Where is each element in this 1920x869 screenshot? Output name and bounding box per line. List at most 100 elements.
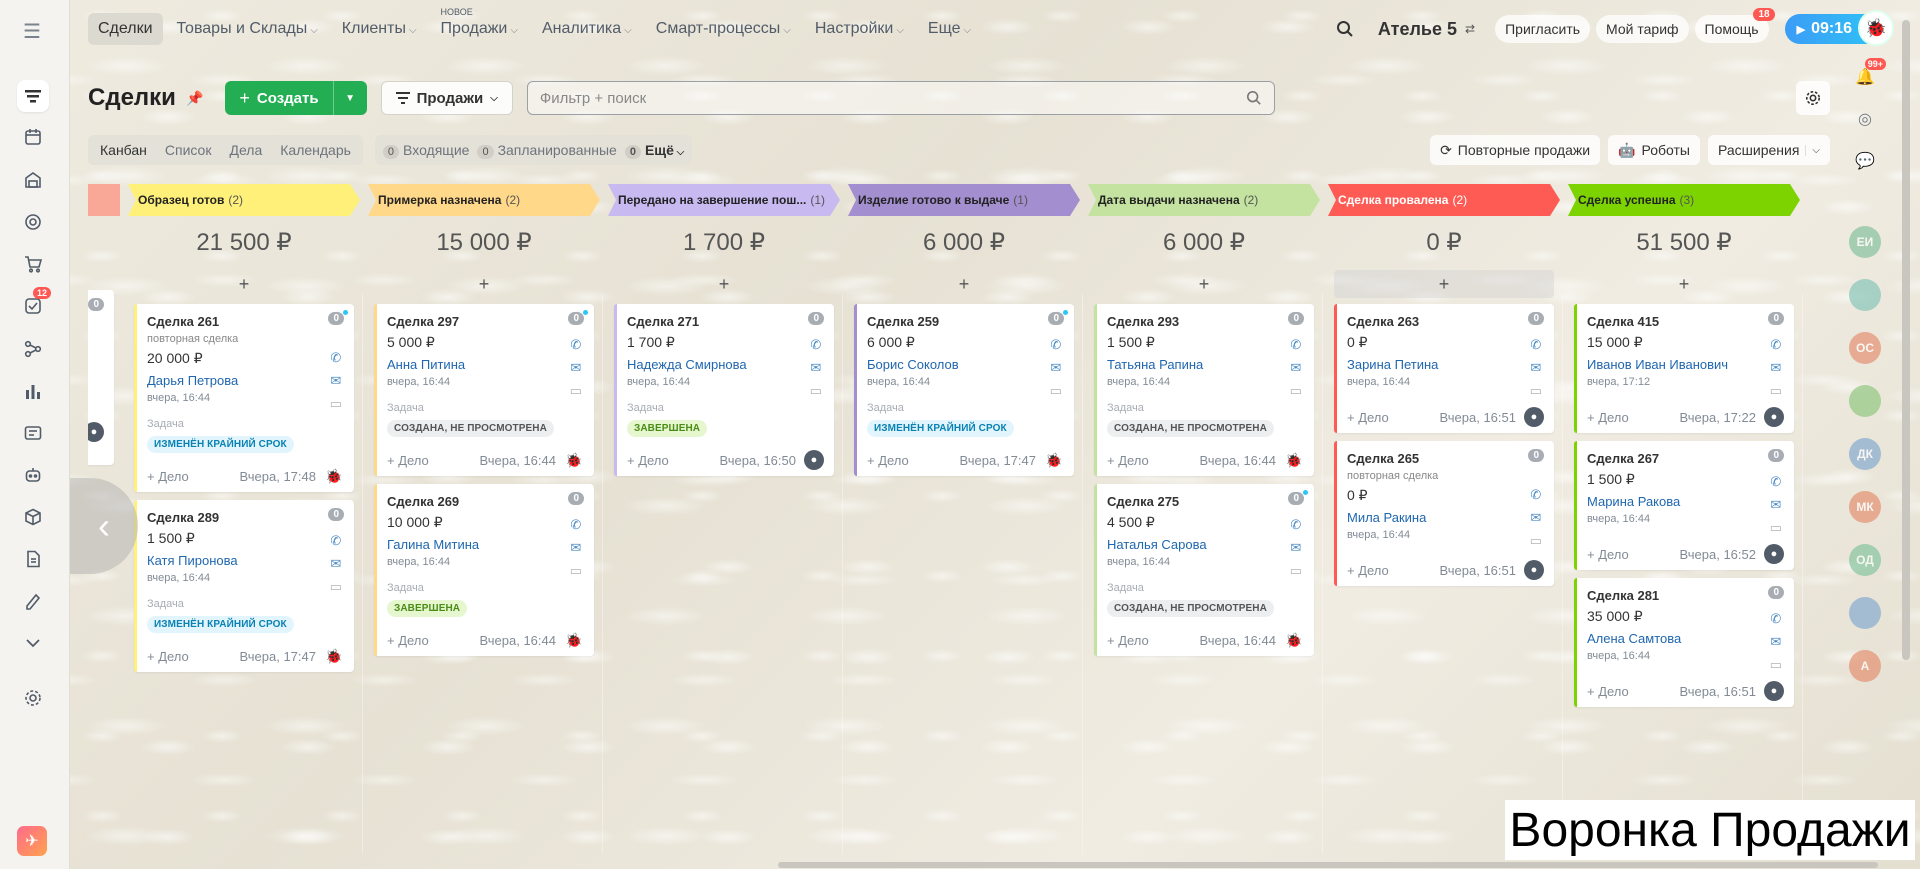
add-deal-button[interactable]: + <box>1574 270 1794 298</box>
pin-icon[interactable]: 📌 <box>186 90 203 107</box>
add-activity-link[interactable]: + Дело <box>867 453 909 468</box>
rail-avatar[interactable]: ЕИ <box>1849 226 1881 258</box>
robots-button[interactable]: 🤖 Роботы <box>1608 135 1700 165</box>
menu-item[interactable]: Настройки ⌵ <box>805 13 914 45</box>
deal-card[interactable]: 0 Сделка 259 6 000 ₽ Борис Соколов вчера, 16… <box>854 304 1074 476</box>
responsible-avatar[interactable]: ● <box>804 450 824 470</box>
client-link[interactable]: Наталья Сарова <box>1107 537 1302 552</box>
deal-name[interactable]: Сделка 271 <box>627 314 822 329</box>
vertical-scrollbar[interactable] <box>1902 20 1910 660</box>
add-activity-link[interactable]: + Дело <box>1587 547 1629 562</box>
client-link[interactable]: Галина Митина <box>387 537 582 552</box>
bell-icon[interactable]: 🔔 99+ <box>1848 58 1886 94</box>
box-icon[interactable] <box>17 501 49 533</box>
responsible-avatar[interactable]: ● <box>1764 544 1784 564</box>
deal-card[interactable]: 0 Сделка 265 повторная сделка 0 ₽ Мила Ракин… <box>1334 441 1554 586</box>
counter-item[interactable]: 0 Входящие <box>382 142 469 159</box>
settings-icon[interactable] <box>17 682 49 714</box>
deal-card[interactable]: 0 Сделка 267 1 500 ₽ Марина Ракова вчера, 16… <box>1574 441 1794 570</box>
rail-avatar[interactable] <box>1849 385 1881 417</box>
responsible-avatar[interactable]: 🐞 <box>1284 450 1304 470</box>
add-activity-link[interactable]: + Дело <box>147 649 189 664</box>
chat-icon[interactable]: 💬 <box>1848 144 1882 178</box>
worktime-button[interactable]: ▶ 09:16 🐞 <box>1784 10 1894 46</box>
comment-icon[interactable]: ▭ <box>1770 383 1782 399</box>
rail-avatar[interactable]: ОС <box>1849 332 1881 364</box>
phone-icon[interactable]: ✆ <box>1530 487 1541 503</box>
cart-icon[interactable] <box>17 248 49 280</box>
deal-card[interactable]: 0 Сделка 297 5 000 ₽ Анна Питина вчера, 16:4… <box>374 304 594 476</box>
mail-icon[interactable]: ✉ <box>1770 360 1781 376</box>
robot-icon[interactable] <box>17 459 49 491</box>
rail-avatar[interactable] <box>1849 279 1881 311</box>
mail-icon[interactable]: ✉ <box>1290 540 1301 556</box>
menu-item[interactable]: Смарт-процессы ⌵ <box>646 13 801 45</box>
chevron-down-icon[interactable]: ⌵ <box>1805 144 1826 156</box>
phone-icon[interactable]: ✆ <box>330 533 341 549</box>
client-link[interactable]: Алена Самтова <box>1587 631 1782 646</box>
responsible-avatar[interactable]: ● <box>1524 560 1544 580</box>
company-name[interactable]: Ателье 5 <box>1378 19 1457 40</box>
client-link[interactable]: Марина Ракова <box>1587 494 1782 509</box>
add-deal-button[interactable]: + <box>854 270 1074 298</box>
phone-icon[interactable]: ✆ <box>1770 337 1781 353</box>
stage-header[interactable]: Сделка провалена (2) <box>1328 184 1560 216</box>
funnel-selector[interactable]: Продажи ⌵ <box>380 81 513 115</box>
deal-name[interactable]: Сделка 269 <box>387 494 582 509</box>
mail-icon[interactable]: ✉ <box>1290 360 1301 376</box>
add-activity-link[interactable]: + Дело <box>1347 563 1389 578</box>
mail-icon[interactable]: ✉ <box>1050 360 1061 376</box>
target-icon[interactable] <box>17 206 49 238</box>
mail-icon[interactable]: ✉ <box>570 540 581 556</box>
phone-icon[interactable]: ✆ <box>1770 474 1781 490</box>
menu-item[interactable]: Товары и Склады ⌵ <box>167 13 328 45</box>
counter-item[interactable]: 0 Запланированные <box>477 142 617 159</box>
stage-header[interactable]: Примерка назначена (2) <box>368 184 600 216</box>
stage-header[interactable]: Изделие готово к выдаче (1) <box>848 184 1080 216</box>
mail-icon[interactable]: ✉ <box>330 373 341 389</box>
responsible-avatar[interactable]: 🐞 <box>564 450 584 470</box>
avatar[interactable]: ● <box>88 422 104 442</box>
deal-name[interactable]: Сделка 297 <box>387 314 582 329</box>
menu-item[interactable]: Клиенты ⌵ <box>332 13 427 45</box>
chevron-down-icon[interactable] <box>17 627 49 659</box>
menu-icon[interactable]: ☰ <box>23 19 41 44</box>
add-activity-link[interactable]: + Дело <box>1107 633 1149 648</box>
menu-item[interactable]: Аналитика ⌵ <box>532 13 642 45</box>
deal-card[interactable]: 0 Сделка 289 1 500 ₽ Катя Пиронова вчера, 16… <box>134 500 354 672</box>
view-tab[interactable]: Дела <box>220 136 271 164</box>
rocket-icon[interactable]: ✈ <box>17 826 47 856</box>
client-link[interactable]: Иванов Иван Иванович <box>1587 357 1782 372</box>
phone-icon[interactable]: ✆ <box>1530 337 1541 353</box>
client-link[interactable]: Надежда Смирнова <box>627 357 822 372</box>
deal-name[interactable]: Сделка 275 <box>1107 494 1302 509</box>
client-link[interactable]: Анна Питина <box>387 357 582 372</box>
deal-card[interactable]: 0 Сделка 293 1 500 ₽ Татьяна Рапина вчера, 1… <box>1094 304 1314 476</box>
responsible-avatar[interactable]: ● <box>1524 407 1544 427</box>
phone-icon[interactable]: ✆ <box>1290 337 1301 353</box>
view-tab[interactable]: Список <box>156 136 221 164</box>
comment-icon[interactable]: ▭ <box>570 383 582 399</box>
deal-card[interactable]: 0 6:49● <box>88 290 114 465</box>
comment-icon[interactable]: ▭ <box>1050 383 1062 399</box>
add-activity-link[interactable]: + Дело <box>627 453 669 468</box>
mail-icon[interactable]: ✉ <box>330 556 341 572</box>
responsible-avatar[interactable]: 🐞 <box>1284 630 1304 650</box>
contact-card-icon[interactable] <box>17 417 49 449</box>
stage-header[interactable]: Образец готов (2) <box>128 184 360 216</box>
deal-card[interactable]: 0 Сделка 281 35 000 ₽ Алена Самтова вчера, 1… <box>1574 578 1794 707</box>
menu-item[interactable]: Продажи ⌵ НОВОЕ <box>431 7 528 45</box>
create-dropdown-icon[interactable]: ▼ <box>332 81 367 115</box>
deal-card[interactable]: 0 Сделка 271 1 700 ₽ Надежда Смирнова вчера,… <box>614 304 834 476</box>
mail-icon[interactable]: ✉ <box>1530 360 1541 376</box>
phone-icon[interactable]: ✆ <box>1770 611 1781 627</box>
comment-icon[interactable]: ▭ <box>1530 383 1542 399</box>
add-activity-link[interactable]: + Дело <box>387 633 429 648</box>
create-button[interactable]: + Создать ▼ <box>225 81 367 115</box>
inventory-icon[interactable] <box>17 164 49 196</box>
company-settings-icon[interactable]: ⇄ <box>1465 22 1475 36</box>
deal-card[interactable]: 0 Сделка 261 повторная сделка 20 000 ₽ Дарья… <box>134 304 354 492</box>
add-deal-button[interactable]: + <box>1334 270 1554 298</box>
view-tab[interactable]: Канбан <box>91 136 156 164</box>
add-activity-link[interactable]: + Дело <box>1587 684 1629 699</box>
